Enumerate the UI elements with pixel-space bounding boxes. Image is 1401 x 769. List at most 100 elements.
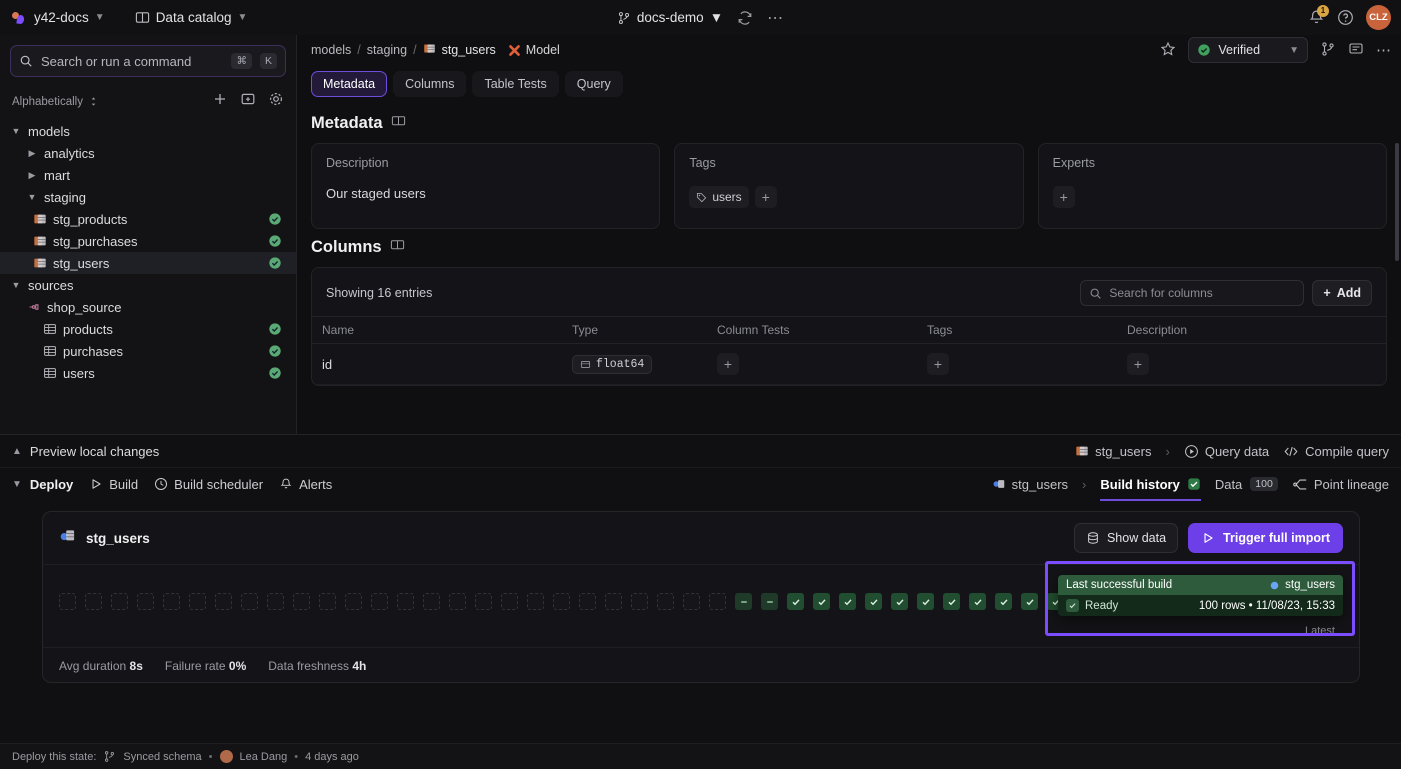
tree-node-stg_users[interactable]: stg_users: [0, 252, 296, 274]
gear-icon[interactable]: [268, 91, 284, 112]
show-data-button[interactable]: Show data: [1073, 523, 1179, 553]
add-column-button[interactable]: + Add: [1312, 280, 1372, 306]
build-tile-empty[interactable]: [683, 593, 700, 610]
breadcrumb-models[interactable]: models: [311, 43, 351, 57]
build-tile-empty[interactable]: [59, 593, 76, 610]
build-tile-empty[interactable]: [553, 593, 570, 610]
build-history-tab[interactable]: Build history: [1100, 477, 1202, 501]
tab-metadata[interactable]: Metadata: [311, 71, 388, 97]
tree-node-stg_products[interactable]: stg_products: [0, 208, 296, 230]
column-search-input[interactable]: Search for columns: [1080, 280, 1305, 306]
help-circle-icon[interactable]: [1337, 9, 1354, 26]
more-horizontal-icon[interactable]: ⋯: [767, 8, 784, 28]
build-tile-skip[interactable]: [761, 593, 778, 610]
build-tile-empty[interactable]: [241, 593, 258, 610]
build-tile-empty[interactable]: [397, 593, 414, 610]
build-tile-ok[interactable]: [839, 593, 856, 610]
sort-order-button[interactable]: Alphabetically: [12, 96, 99, 108]
add-column-tag-button[interactable]: +: [927, 353, 949, 375]
tree-node-stg_purchases[interactable]: stg_purchases: [0, 230, 296, 252]
build-tile-empty[interactable]: [293, 593, 310, 610]
add-expert-button[interactable]: +: [1052, 186, 1075, 208]
tree-node-models[interactable]: ▼ models: [0, 120, 296, 142]
build-tile-empty[interactable]: [527, 593, 544, 610]
add-column-test-button[interactable]: +: [717, 353, 739, 375]
point-lineage-tab[interactable]: Point lineage: [1292, 477, 1389, 492]
tree-node-sources[interactable]: ▼ sources: [0, 274, 296, 296]
panel-icon[interactable]: [390, 237, 405, 257]
deploy-asset[interactable]: stg_users: [992, 477, 1068, 492]
build-tile-ok[interactable]: [865, 593, 882, 610]
build-tile-empty[interactable]: [189, 593, 206, 610]
deploy-button[interactable]: ▼ Deploy: [12, 477, 73, 492]
build-tile-empty[interactable]: [605, 593, 622, 610]
build-scheduler-button[interactable]: Build scheduler: [154, 477, 263, 492]
build-tile-empty[interactable]: [423, 593, 440, 610]
build-tile-empty[interactable]: [709, 593, 726, 610]
main-scrollbar[interactable]: [1395, 143, 1399, 261]
preview-local-changes-label[interactable]: Preview local changes: [30, 444, 159, 459]
breadcrumb-staging[interactable]: staging: [367, 43, 407, 57]
build-tile-empty[interactable]: [579, 593, 596, 610]
chevron-up-icon[interactable]: ▲: [12, 446, 22, 457]
tree-node-purchases[interactable]: purchases: [0, 340, 296, 362]
panel-icon[interactable]: [391, 113, 406, 133]
tree-node-shop_source[interactable]: shop_source: [0, 296, 296, 318]
data-tab[interactable]: Data 100: [1215, 477, 1278, 492]
description-value[interactable]: Our staged users: [326, 186, 645, 201]
tag-chip[interactable]: users: [689, 186, 749, 208]
build-tile-empty[interactable]: [345, 593, 362, 610]
build-tile-empty[interactable]: [475, 593, 492, 610]
verified-status-dropdown[interactable]: Verified ▼: [1188, 37, 1308, 63]
more-horizontal-icon[interactable]: ⋯: [1376, 41, 1391, 59]
build-tile-empty[interactable]: [111, 593, 128, 610]
star-icon[interactable]: [1160, 41, 1176, 60]
tree-node-users[interactable]: users: [0, 362, 296, 384]
tree-node-staging[interactable]: ▼ staging: [0, 186, 296, 208]
bell-icon[interactable]: 1: [1308, 5, 1329, 26]
build-tile-ok[interactable]: [969, 593, 986, 610]
add-tag-button[interactable]: +: [754, 186, 777, 208]
compile-query-tab[interactable]: Compile query: [1283, 444, 1389, 459]
build-tile-empty[interactable]: [319, 593, 336, 610]
alerts-button[interactable]: Alerts: [279, 477, 332, 492]
build-tile-ok[interactable]: [787, 593, 804, 610]
build-tile-empty[interactable]: [85, 593, 102, 610]
new-folder-icon[interactable]: [240, 91, 256, 112]
tree-node-analytics[interactable]: ▶ analytics: [0, 142, 296, 164]
build-tile-empty[interactable]: [631, 593, 648, 610]
branch-switcher[interactable]: docs-demo ▼: [617, 10, 723, 25]
tab-columns[interactable]: Columns: [393, 71, 467, 97]
refresh-icon[interactable]: [737, 10, 753, 26]
build-tile-skip[interactable]: [735, 593, 752, 610]
build-tile-ok[interactable]: [813, 593, 830, 610]
synced-schema-label[interactable]: Synced schema: [123, 751, 201, 763]
build-tile-ok[interactable]: [995, 593, 1012, 610]
build-tile-ok[interactable]: [891, 593, 908, 610]
build-tile-empty[interactable]: [215, 593, 232, 610]
build-button[interactable]: Build: [89, 477, 138, 492]
tree-node-mart[interactable]: ▶ mart: [0, 164, 296, 186]
avatar[interactable]: CLZ: [1366, 5, 1391, 30]
build-tile-empty[interactable]: [657, 593, 674, 610]
comment-icon[interactable]: [1348, 41, 1364, 60]
table-row[interactable]: id float64 + + +: [312, 343, 1386, 385]
tab-table-tests[interactable]: Table Tests: [472, 71, 559, 97]
data-catalog-button[interactable]: Data catalog ▼: [135, 10, 247, 25]
build-tile-empty[interactable]: [371, 593, 388, 610]
git-branch-icon[interactable]: [1320, 41, 1336, 60]
workspace-switcher[interactable]: y42-docs ▼: [12, 10, 105, 26]
add-column-description-button[interactable]: +: [1127, 353, 1149, 375]
build-tile-empty[interactable]: [449, 593, 466, 610]
query-data-tab[interactable]: Query data: [1184, 444, 1269, 459]
build-tile-empty[interactable]: [267, 593, 284, 610]
tab-query[interactable]: Query: [564, 71, 623, 97]
trigger-full-import-button[interactable]: Trigger full import: [1188, 523, 1343, 553]
build-tile-empty[interactable]: [137, 593, 154, 610]
preview-asset[interactable]: stg_users: [1075, 444, 1152, 459]
tree-node-products[interactable]: products: [0, 318, 296, 340]
build-tile-ok[interactable]: [943, 593, 960, 610]
build-tile-ok[interactable]: [917, 593, 934, 610]
build-tile-empty[interactable]: [501, 593, 518, 610]
build-tile-empty[interactable]: [163, 593, 180, 610]
